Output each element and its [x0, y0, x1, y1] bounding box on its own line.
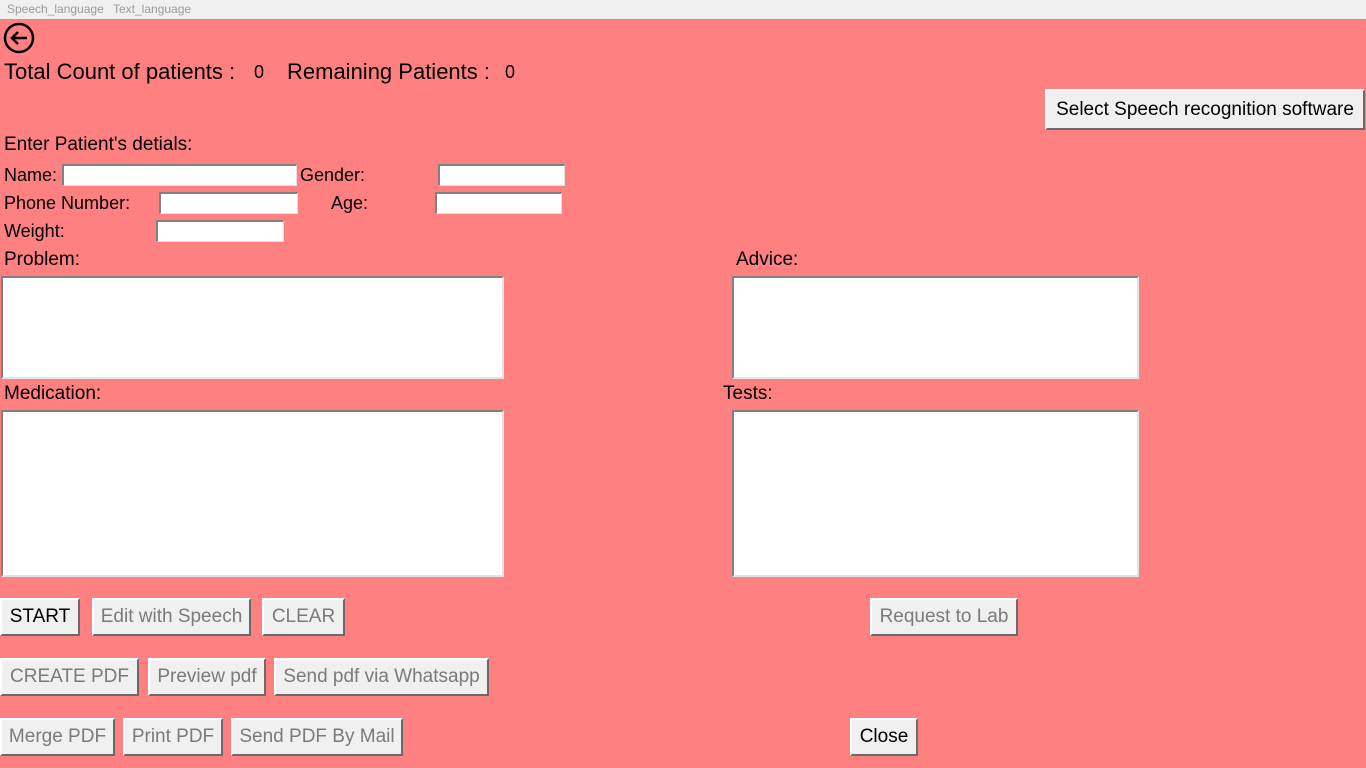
back-arrow-icon: [3, 22, 35, 54]
phone-label: Phone Number:: [4, 193, 131, 213]
gender-label: Gender:: [300, 165, 366, 185]
weight-field[interactable]: [156, 220, 284, 242]
gender-field[interactable]: [438, 164, 565, 186]
menu-item-speech-language[interactable]: Speech_language: [7, 2, 104, 16]
clear-button[interactable]: CLEAR: [262, 598, 345, 636]
back-button[interactable]: [3, 22, 35, 54]
age-label: Age:: [331, 193, 369, 213]
advice-textarea[interactable]: [732, 276, 1139, 379]
remaining-patients-label: Remaining Patients :: [287, 59, 490, 84]
problem-textarea[interactable]: [1, 276, 504, 379]
send-pdf-mail-button[interactable]: Send PDF By Mail: [231, 718, 403, 756]
advice-label: Advice:: [736, 249, 799, 270]
preview-pdf-button[interactable]: Preview pdf: [148, 658, 266, 696]
send-whatsapp-button[interactable]: Send pdf via Whatsapp: [274, 658, 489, 696]
menu-item-text-language[interactable]: Text_language: [113, 2, 191, 16]
total-count-label: Total Count of patients :: [4, 59, 236, 84]
menu-bar: Speech_language Text_language: [0, 0, 1366, 20]
problem-label: Problem:: [4, 249, 81, 270]
print-pdf-button[interactable]: Print PDF: [123, 718, 223, 756]
name-field[interactable]: [62, 164, 297, 186]
merge-pdf-button[interactable]: Merge PDF: [0, 718, 115, 756]
remaining-patients-value: 0: [505, 62, 516, 82]
phone-field[interactable]: [159, 192, 298, 214]
edit-with-speech-button[interactable]: Edit with Speech: [92, 598, 251, 636]
name-label: Name:: [4, 165, 58, 185]
medication-label: Medication:: [4, 383, 102, 404]
medication-textarea[interactable]: [1, 410, 504, 577]
weight-label: Weight:: [4, 221, 65, 241]
close-button[interactable]: Close: [850, 718, 918, 756]
total-count-value: 0: [254, 62, 265, 82]
tests-label: Tests:: [723, 383, 773, 404]
select-speech-software-button[interactable]: Select Speech recognition software: [1045, 89, 1365, 130]
tests-textarea[interactable]: [732, 410, 1139, 577]
patient-details-title: Enter Patient's detials:: [4, 134, 193, 155]
request-to-lab-button[interactable]: Request to Lab: [870, 598, 1018, 636]
create-pdf-button[interactable]: CREATE PDF: [0, 658, 139, 696]
start-button[interactable]: START: [0, 598, 80, 636]
age-field[interactable]: [435, 192, 562, 214]
